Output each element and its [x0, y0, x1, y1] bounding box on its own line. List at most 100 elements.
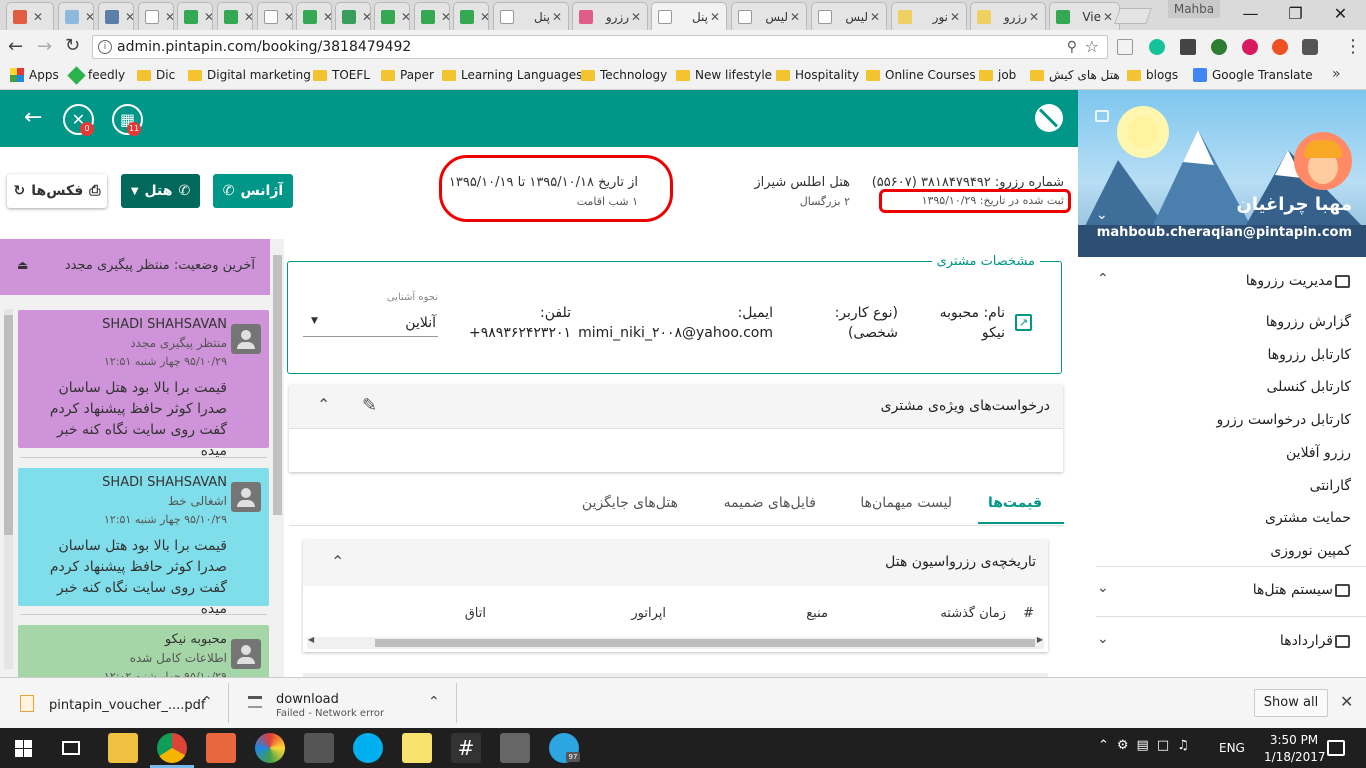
- browser-tab[interactable]: لیس ✕: [811, 2, 887, 30]
- sidebar-item[interactable]: رزرو آفلاین: [1286, 445, 1351, 461]
- app-pinwheel-icon[interactable]: [255, 733, 285, 763]
- extension-grid-icon[interactable]: [1180, 39, 1196, 55]
- tab-close-icon[interactable]: ✕: [1101, 10, 1115, 24]
- extension-eyes-icon[interactable]: [1211, 39, 1227, 55]
- tab-close-icon[interactable]: ✕: [439, 10, 449, 24]
- hotel-call-button[interactable]: ▼ هتل ✆: [121, 174, 200, 208]
- history-scrollbar[interactable]: ◀ ▶: [307, 635, 1044, 649]
- extension-sync-icon[interactable]: [1117, 39, 1133, 55]
- new-tab-button[interactable]: [1114, 8, 1152, 24]
- tab-1[interactable]: قیمت‌ها: [988, 495, 1042, 511]
- bookmark-item[interactable]: Learning Languages: [442, 68, 582, 82]
- maximize-button[interactable]: ❐: [1273, 0, 1318, 28]
- browser-tab[interactable]: Vie ✕: [1049, 2, 1120, 30]
- browser-tab[interactable]: رزرو ✕: [970, 2, 1046, 30]
- tab-close-icon[interactable]: ✕: [242, 10, 252, 24]
- tab-close-icon[interactable]: ✕: [123, 10, 133, 24]
- tab-close-icon[interactable]: ✕: [202, 10, 212, 24]
- user-name[interactable]: Mahba: [1168, 0, 1220, 18]
- sidebar-item[interactable]: کارتابل کنسلی: [1267, 379, 1352, 395]
- pocket-icon[interactable]: [1272, 39, 1288, 55]
- tab-close-icon[interactable]: ✕: [868, 10, 882, 24]
- edit-pencil-icon[interactable]: ✎: [362, 395, 377, 416]
- profile-chevron-icon[interactable]: ⌄: [1096, 207, 1108, 223]
- notification-center-icon[interactable]: [1327, 740, 1345, 756]
- bookmark-star-icon[interactable]: ☆: [1085, 36, 1099, 58]
- browser-tab[interactable]: ✕: [6, 2, 54, 30]
- forward-icon[interactable]: →: [37, 36, 52, 57]
- bookmark-item[interactable]: Dic: [137, 68, 175, 82]
- tab-close-icon[interactable]: ✕: [478, 10, 488, 24]
- sidebar-item[interactable]: گارانتی: [1310, 478, 1351, 494]
- eject-icon[interactable]: ⏏: [17, 258, 28, 272]
- browser-tab[interactable]: ✕: [217, 2, 253, 30]
- download-item-2[interactable]: download: [276, 692, 339, 707]
- panel-divider-scrollbar[interactable]: [271, 239, 284, 677]
- browser-tab[interactable]: ✕: [414, 2, 450, 30]
- back-arrow-icon[interactable]: ←: [24, 105, 42, 130]
- agency-call-button[interactable]: ✆ آژانس: [213, 174, 293, 208]
- bookmark-item[interactable]: blogs: [1127, 68, 1178, 82]
- back-icon[interactable]: ←: [8, 36, 23, 57]
- sidebar-item[interactable]: کارتابل درخواست رزرو: [1216, 412, 1351, 428]
- zoom-icon[interactable]: ⚲: [1067, 36, 1077, 58]
- bookmark-item[interactable]: هتل های کیش: [1030, 68, 1120, 82]
- more-bookmarks-icon[interactable]: »: [1332, 66, 1341, 82]
- tab-close-icon[interactable]: ✕: [948, 10, 962, 24]
- bookmark-item[interactable]: Apps: [10, 68, 59, 82]
- fax-button[interactable]: ↻ فکس‌ها ⎙: [7, 174, 107, 208]
- calculator-icon[interactable]: [304, 733, 334, 763]
- task-view-icon[interactable]: [62, 741, 80, 755]
- browser-tab[interactable]: لیس ✕: [731, 2, 807, 30]
- reload-icon[interactable]: ↻: [65, 35, 80, 56]
- browser-tab[interactable]: پنل ✕: [651, 2, 727, 31]
- tab-close-icon[interactable]: ✕: [708, 10, 722, 24]
- sidebar-section[interactable]: سیستم هتل‌ها: [1253, 582, 1350, 598]
- minimize-button[interactable]: —: [1228, 0, 1273, 28]
- collapse-chevron-icon[interactable]: ⌃: [317, 395, 330, 414]
- bookmark-item[interactable]: Online Courses: [866, 68, 976, 82]
- chevron-down-icon[interactable]: ⌄: [1097, 580, 1109, 596]
- bookmark-item[interactable]: TOEFL: [313, 68, 370, 82]
- chrome-taskbar-icon[interactable]: [157, 733, 187, 763]
- tab-close-icon[interactable]: ✕: [282, 10, 292, 24]
- close-downloads-icon[interactable]: ✕: [1340, 692, 1353, 711]
- sidebar-section[interactable]: قراردادها: [1280, 633, 1350, 649]
- bookmark-item[interactable]: Technology: [581, 68, 667, 82]
- sidebar-item[interactable]: کمپین نوروزی: [1270, 543, 1351, 559]
- sidebar-item[interactable]: کارتابل رزروها: [1268, 347, 1352, 363]
- browser-tab[interactable]: نور ✕: [891, 2, 967, 30]
- tab-4[interactable]: هتل‌های جایگزین: [582, 495, 678, 511]
- bookmark-item[interactable]: job: [979, 68, 1016, 82]
- browser-tab[interactable]: ✕: [453, 2, 489, 30]
- browser-tab[interactable]: ✕: [335, 2, 371, 30]
- tab-close-icon[interactable]: ✕: [321, 10, 331, 24]
- tab-close-icon[interactable]: ✕: [629, 10, 643, 24]
- bookmark-item[interactable]: Hospitality: [776, 68, 859, 82]
- tab-close-icon[interactable]: ✕: [788, 10, 802, 24]
- tab-close-icon[interactable]: ✕: [31, 10, 45, 24]
- bookmark-item[interactable]: Digital marketing: [188, 68, 311, 82]
- history-collapse-icon[interactable]: ⌃: [331, 552, 344, 571]
- browser-tab[interactable]: ✕: [98, 2, 134, 30]
- tab-2[interactable]: لیست میهمان‌ها: [860, 495, 952, 511]
- bookmark-item[interactable]: feedly: [67, 65, 125, 85]
- download-1-chevron-icon[interactable]: ⌃: [201, 694, 213, 710]
- show-all-button[interactable]: Show all: [1254, 689, 1328, 717]
- bookmark-item[interactable]: New lifestyle: [676, 68, 772, 82]
- tab-close-icon[interactable]: ✕: [550, 10, 564, 24]
- clock-time[interactable]: 3:50 PM: [1264, 733, 1324, 747]
- skype-icon[interactable]: [353, 733, 383, 763]
- tab-3[interactable]: فایل‌های ضمیمه: [724, 495, 816, 511]
- tab-close-icon[interactable]: ✕: [399, 10, 409, 24]
- extension-red-icon[interactable]: [1242, 39, 1258, 55]
- visibility-off-icon[interactable]: [1035, 104, 1063, 132]
- tab-close-icon[interactable]: ✕: [83, 10, 93, 24]
- chevron-down-icon[interactable]: ⌄: [1097, 631, 1109, 647]
- file-explorer-icon[interactable]: [108, 733, 138, 763]
- bookmark-item[interactable]: Google Translate: [1193, 68, 1313, 82]
- browser-tab[interactable]: رزرو ✕: [572, 2, 648, 30]
- bookmark-item[interactable]: Paper: [381, 68, 434, 82]
- download-item-1[interactable]: pintapin_voucher_....pdf: [49, 698, 206, 713]
- open-external-icon[interactable]: ↗: [1015, 314, 1032, 331]
